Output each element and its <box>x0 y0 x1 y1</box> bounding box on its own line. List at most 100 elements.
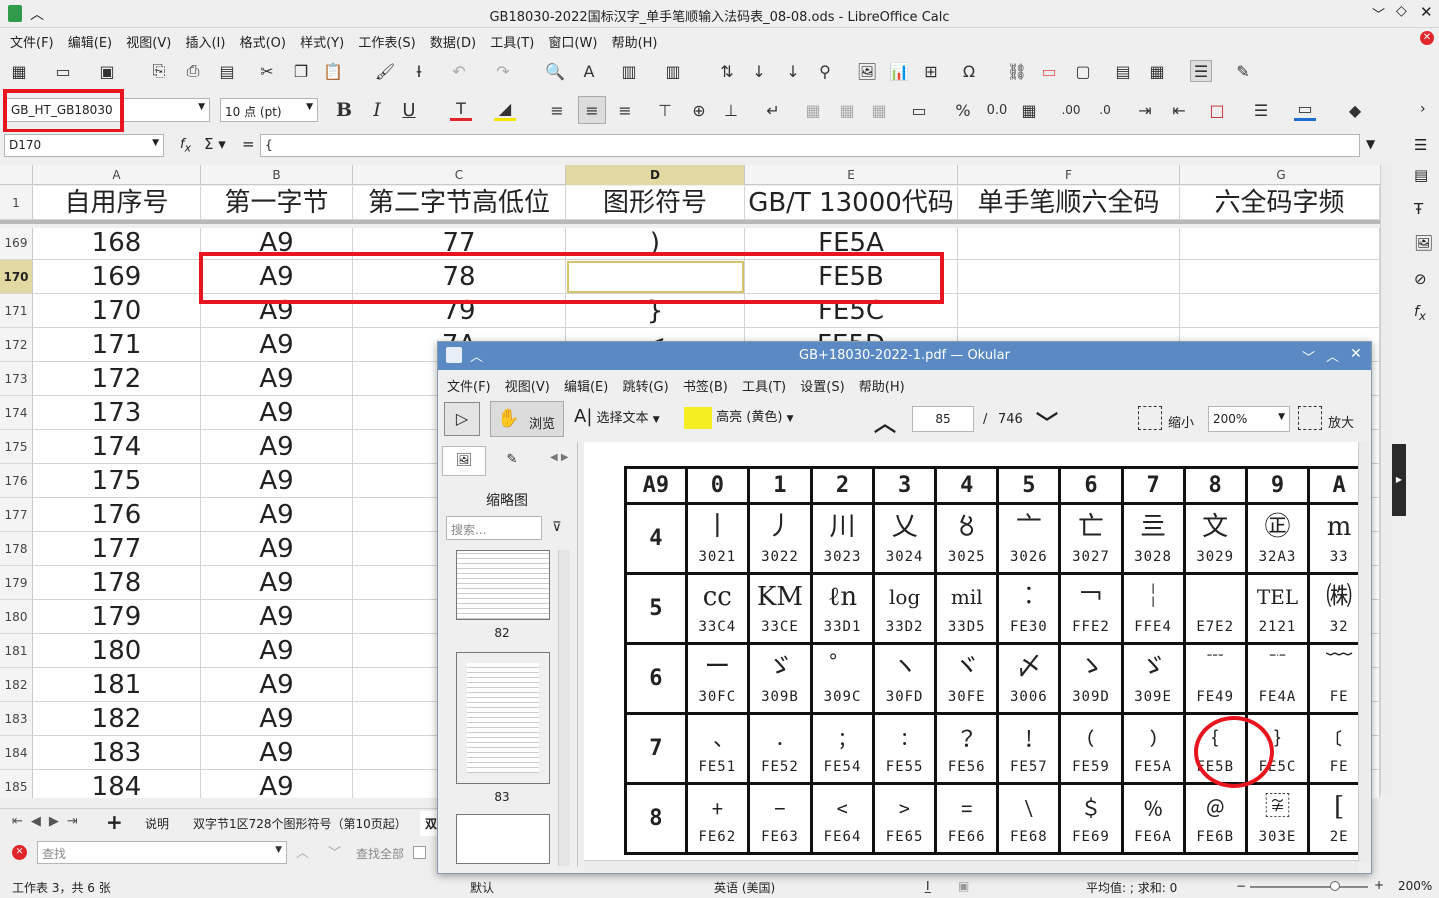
merge-center-icon[interactable]: ▦ <box>802 99 824 121</box>
sheet-cell[interactable]: A9 <box>201 702 353 736</box>
gallery-icon[interactable]: 🖼 <box>1414 234 1433 252</box>
zoom-out-minus[interactable]: − <box>1236 879 1246 893</box>
row-icon[interactable]: ▥ <box>618 60 640 82</box>
sheet-cell[interactable]: 181 <box>33 668 201 702</box>
sheet-cell[interactable]: A9 <box>201 328 353 362</box>
header-cell[interactable]: 第二字节高低位 <box>353 186 566 220</box>
menu-sheet[interactable]: 工作表(S) <box>353 28 420 51</box>
row-header[interactable]: 175 <box>0 430 33 464</box>
export-icon[interactable]: ⎘ <box>148 60 170 82</box>
sheet-cell[interactable]: A9 <box>201 600 353 634</box>
row-header[interactable]: 183 <box>0 702 33 736</box>
menu-window[interactable]: 窗口(W) <box>543 28 602 51</box>
expand-formula-icon[interactable]: ▼ <box>1366 137 1375 151</box>
sheet-cell[interactable]: 179 <box>33 600 201 634</box>
align-middle-icon[interactable]: ⊕ <box>688 99 710 121</box>
sidebar-toggle-icon[interactable]: ▷ <box>444 402 480 436</box>
sheet-cell[interactable]: A9 <box>201 498 353 532</box>
background-color-icon[interactable]: ◆ <box>1344 99 1366 121</box>
sheet-cell[interactable] <box>1180 260 1380 294</box>
sheet-cell[interactable]: 168 <box>33 228 201 260</box>
row-header[interactable]: 172 <box>0 328 33 362</box>
status-language[interactable]: 英语 (美国) <box>714 879 775 896</box>
sheet-cell[interactable]: A9 <box>201 532 353 566</box>
clone-format-icon[interactable]: 🖌 <box>374 60 396 82</box>
row-header[interactable]: 176 <box>0 464 33 498</box>
sheet-cell[interactable] <box>958 260 1180 294</box>
column-header-e[interactable]: E <box>745 165 958 185</box>
border-style-icon[interactable]: ☰ <box>1250 99 1272 121</box>
sheet-cell[interactable]: A9 <box>201 566 353 600</box>
ok-menu-help[interactable]: 帮助(H) <box>854 372 910 395</box>
bold-icon[interactable]: B <box>333 99 355 121</box>
sheet-cell[interactable]: 176 <box>33 498 201 532</box>
sheet-cell[interactable]: 184 <box>33 770 201 798</box>
thumbnail-search-input[interactable]: 搜索... <box>446 516 542 540</box>
currency-icon[interactable]: ▭ <box>908 99 930 121</box>
filter-icon[interactable]: ⊽ <box>552 520 562 535</box>
sheet-cell[interactable]: 183 <box>33 736 201 770</box>
underline-icon[interactable]: U <box>398 99 420 121</box>
next-page-icon[interactable]: ﹀ <box>1036 406 1058 438</box>
maximize-icon[interactable]: ◇ <box>1396 3 1407 19</box>
row-header[interactable]: 181 <box>0 634 33 668</box>
open-icon[interactable]: ▭ <box>52 60 74 82</box>
add-decimal-icon[interactable]: .00 <box>1060 99 1082 121</box>
italic-icon[interactable]: I <box>366 99 388 121</box>
row-header[interactable]: 171 <box>0 294 33 328</box>
okular-close-icon[interactable]: ✕ <box>1350 346 1362 362</box>
menu-help[interactable]: 帮助(H) <box>607 28 663 51</box>
sheet-cell[interactable]: A9 <box>201 464 353 498</box>
spelling-icon[interactable]: A <box>578 60 600 82</box>
sheet-cell[interactable]: 175 <box>33 464 201 498</box>
zoom-slider[interactable] <box>1250 886 1368 888</box>
sheet-cell[interactable]: 172 <box>33 362 201 396</box>
merge-icon[interactable]: ▦ <box>836 99 858 121</box>
menu-view[interactable]: 视图(V) <box>121 28 176 51</box>
zoom-slider-handle[interactable] <box>1330 881 1340 891</box>
status-sum[interactable]: 平均值: ; 求和: 0 <box>1086 879 1177 896</box>
insert-chart-icon[interactable]: 📊 <box>888 60 910 82</box>
column-header-f[interactable]: F <box>958 165 1180 185</box>
find-input[interactable]: 查找 ▼ <box>37 841 287 864</box>
row-header[interactable]: 173 <box>0 362 33 396</box>
header-cell[interactable]: 第一字节 <box>201 186 353 220</box>
browse-tool-button[interactable]: ✋ 浏览 <box>490 401 564 437</box>
align-bottom-icon[interactable]: ⊥ <box>720 99 742 121</box>
toolbar-more-icon[interactable]: › <box>1420 101 1426 117</box>
save-icon[interactable]: ▣ <box>96 60 118 82</box>
sheet-cell[interactable]: 178 <box>33 566 201 600</box>
undo-icon[interactable]: ↶ <box>448 60 470 82</box>
match-case-checkbox[interactable] <box>413 846 426 859</box>
ok-menu-view[interactable]: 视图(V) <box>500 372 555 395</box>
sort-ascending-icon[interactable]: ↓ <box>748 60 770 82</box>
status-page-style[interactable]: 默认 <box>470 879 494 896</box>
menu-format[interactable]: 格式(O) <box>235 28 291 51</box>
zoom-in-icon[interactable] <box>1298 406 1322 430</box>
pivot-table-icon[interactable]: ⊞ <box>920 60 942 82</box>
sheet-cell[interactable] <box>1180 294 1380 328</box>
ok-menu-settings[interactable]: 设置(S) <box>795 372 849 395</box>
status-zoom[interactable]: 200% <box>1398 879 1432 893</box>
row-header[interactable]: 185 <box>0 770 33 798</box>
highlight-tool-button[interactable]: 高亮 (黄色) ▼ <box>684 406 793 429</box>
okular-minimize-icon[interactable]: ﹀ <box>1302 347 1315 366</box>
find-replace-icon[interactable]: 🔍 <box>544 60 566 82</box>
define-print-area-icon[interactable]: ▤ <box>1112 60 1134 82</box>
sidebar-menu-icon[interactable]: ☰ <box>1414 136 1427 154</box>
number-format-icon[interactable]: 0.0 <box>986 99 1008 121</box>
find-prev-icon[interactable]: ︿ <box>296 842 309 861</box>
print-preview-icon[interactable]: ▤ <box>216 60 238 82</box>
add-sheet-icon[interactable]: + <box>106 810 123 834</box>
navigator-icon[interactable]: ⊘ <box>1414 270 1427 288</box>
sheet-cell[interactable]: 169 <box>33 260 201 294</box>
align-center-icon[interactable]: ≡ <box>578 96 606 124</box>
minimize-icon[interactable]: ﹀ <box>1372 4 1385 23</box>
sheet-cell[interactable]: 170 <box>33 294 201 328</box>
menu-styles[interactable]: 样式(Y) <box>295 28 349 51</box>
copy-icon[interactable]: ❐ <box>290 60 312 82</box>
zoom-in-plus[interactable]: + <box>1374 878 1384 892</box>
zoom-combo[interactable]: 200% ▼ <box>1208 406 1290 432</box>
sheet-tab[interactable]: 说明 <box>145 815 169 832</box>
find-next-icon[interactable]: ﹀ <box>328 842 341 861</box>
